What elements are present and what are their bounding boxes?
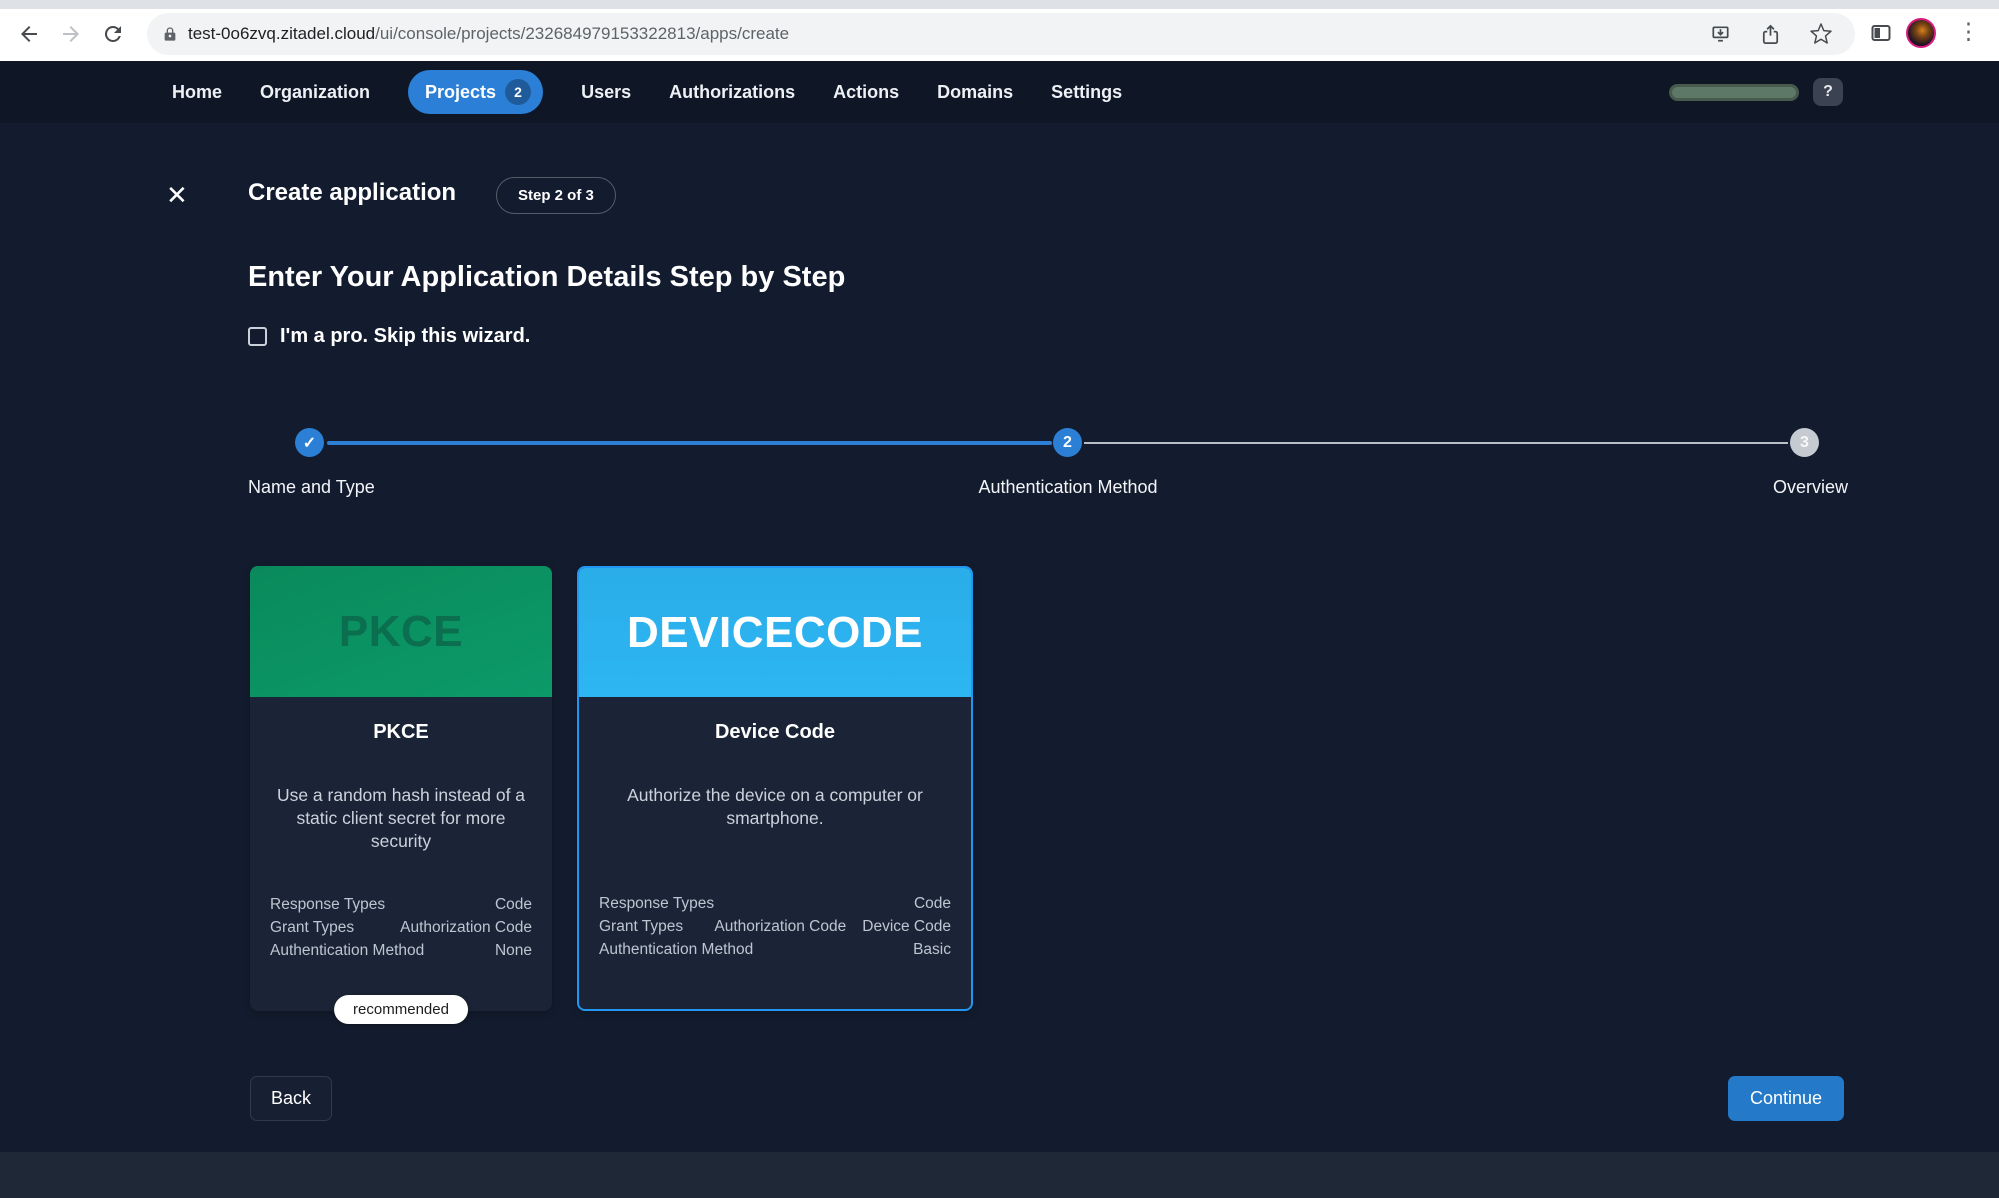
prop-label: Response Types: [270, 893, 385, 916]
prop-value: None: [495, 939, 532, 962]
devicecode-description: Authorize the device on a computer or sm…: [599, 784, 951, 830]
page-title: Create application: [248, 179, 456, 207]
projects-count-badge: 2: [505, 79, 531, 105]
auth-method-cards: PKCE PKCE Use a random hash instead of a…: [250, 566, 973, 1011]
browser-forward-icon[interactable]: [59, 22, 83, 46]
close-icon[interactable]: ✕: [166, 180, 188, 210]
share-icon[interactable]: [1759, 23, 1782, 46]
prop-value: Code: [914, 892, 951, 915]
wizard-heading: Enter Your Application Details Step by S…: [248, 261, 845, 294]
url-path: /ui/console/projects/232684979153322813/…: [375, 24, 789, 43]
step2-label: Authentication Method: [978, 477, 1157, 498]
pkce-properties: Response Types Code Grant Types Authoriz…: [270, 893, 532, 962]
browser-back-icon[interactable]: [17, 22, 41, 46]
prop-value: Device Code: [862, 915, 951, 938]
devicecode-title: Device Code: [579, 721, 971, 744]
install-icon[interactable]: [1709, 23, 1732, 46]
back-button[interactable]: Back: [250, 1076, 332, 1121]
continue-button[interactable]: Continue: [1728, 1076, 1844, 1121]
nav-item-settings[interactable]: Settings: [1051, 82, 1122, 103]
prop-row-response-types: Response Types Code: [599, 892, 951, 915]
prop-label: Authentication Method: [599, 938, 753, 961]
nav-item-organization[interactable]: Organization: [260, 82, 370, 103]
url-domain: test-0o6zvq.zitadel.cloud: [188, 24, 375, 43]
card-pkce[interactable]: PKCE PKCE Use a random hash instead of a…: [250, 566, 552, 1011]
prop-label: Response Types: [599, 892, 714, 915]
stepper-line-pending: [1084, 442, 1788, 444]
address-bar[interactable]: test-0o6zvq.zitadel.cloud/ui/console/pro…: [147, 13, 1855, 55]
lock-icon: [162, 26, 178, 42]
step1-label: Name and Type: [248, 477, 375, 498]
browser-tabstrip: [0, 0, 1999, 9]
nav-item-authorizations[interactable]: Authorizations: [669, 82, 795, 103]
skip-wizard-label: I'm a pro. Skip this wizard.: [280, 325, 530, 348]
nav-item-projects-label: Projects: [425, 82, 496, 103]
top-navbar: Home Organization Projects 2 Users Autho…: [0, 61, 1999, 123]
nav-item-domains[interactable]: Domains: [937, 82, 1013, 103]
card-devicecode[interactable]: DEVICECODE Device Code Authorize the dev…: [577, 566, 973, 1011]
footer-area: [0, 1152, 1999, 1198]
pkce-description: Use a random hash instead of a static cl…: [270, 784, 532, 853]
side-panel-icon[interactable]: [1869, 21, 1893, 45]
pkce-title: PKCE: [250, 721, 552, 744]
nav-item-projects[interactable]: Projects 2: [408, 70, 543, 114]
step2-circle: 2: [1053, 428, 1082, 457]
browser-chrome: test-0o6zvq.zitadel.cloud/ui/console/pro…: [0, 0, 1999, 61]
browser-menu-icon[interactable]: ⋮: [1957, 16, 1980, 46]
nav-item-home[interactable]: Home: [172, 82, 222, 103]
nav-item-actions[interactable]: Actions: [833, 82, 899, 103]
browser-profile-avatar[interactable]: [1906, 18, 1936, 48]
devicecode-banner: DEVICECODE: [579, 568, 971, 697]
prop-value: Code: [495, 893, 532, 916]
step-progress-badge: Step 2 of 3: [496, 177, 616, 214]
prop-label: Grant Types: [599, 915, 683, 938]
prop-value: Authorization Code: [400, 916, 532, 939]
step3-circle: 3: [1790, 428, 1819, 457]
browser-reload-icon[interactable]: [101, 22, 125, 46]
prop-value: Basic: [913, 938, 951, 961]
recommended-badge: recommended: [334, 995, 468, 1024]
prop-label: Grant Types: [270, 916, 354, 939]
prop-row-grant-types: Grant Types Authorization Code: [270, 916, 532, 939]
step1-check-icon: ✓: [295, 428, 324, 457]
prop-row-auth-method: Authentication Method None: [270, 939, 532, 962]
skip-wizard-row[interactable]: I'm a pro. Skip this wizard.: [248, 325, 530, 348]
bookmark-star-icon[interactable]: [1809, 22, 1833, 46]
prop-row-grant-types: Grant Types Authorization Code Device Co…: [599, 915, 951, 938]
prop-row-response-types: Response Types Code: [270, 893, 532, 916]
stepper-line-done: [327, 441, 1052, 445]
devicecode-properties: Response Types Code Grant Types Authoriz…: [599, 892, 951, 961]
help-button[interactable]: ?: [1813, 78, 1843, 106]
url-text: test-0o6zvq.zitadel.cloud/ui/console/pro…: [188, 24, 789, 44]
pkce-banner: PKCE: [250, 566, 552, 697]
prop-label: Authentication Method: [270, 939, 424, 962]
step3-label: Overview: [1773, 477, 1848, 498]
prop-value: Authorization Code: [714, 915, 846, 938]
prop-row-auth-method: Authentication Method Basic: [599, 938, 951, 961]
skip-wizard-checkbox[interactable]: [248, 327, 267, 346]
org-context-skeleton: [1669, 84, 1799, 101]
nav-item-users[interactable]: Users: [581, 82, 631, 103]
